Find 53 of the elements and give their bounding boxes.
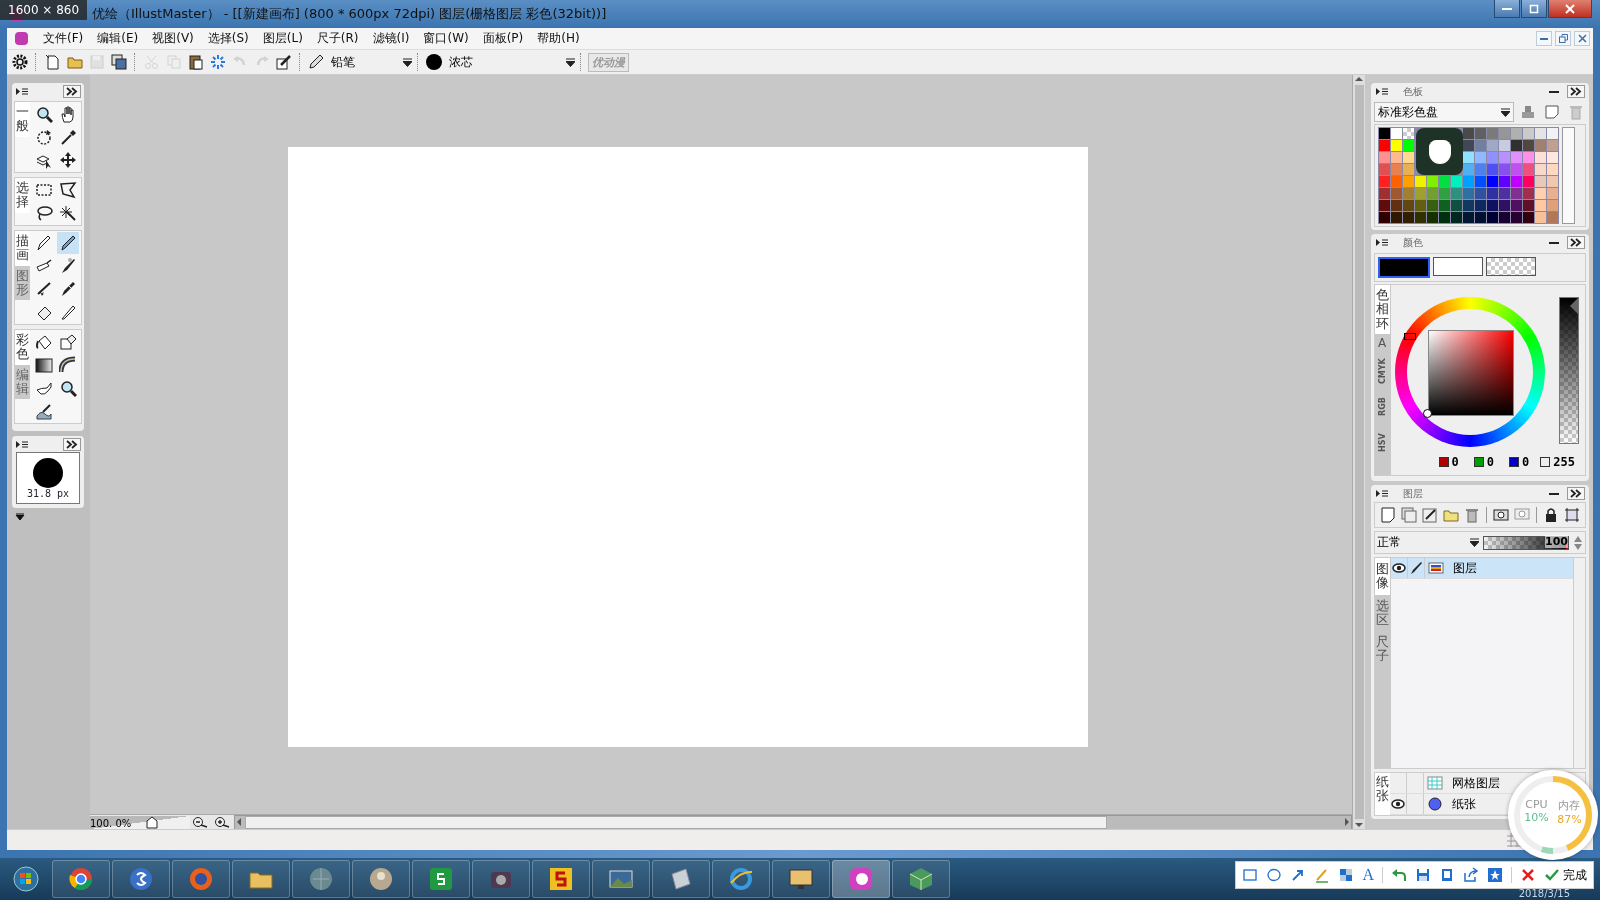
brush-dropdown[interactable]: 浓芯 [425, 52, 575, 72]
menu-item[interactable]: 文件(F) [36, 30, 91, 47]
menu-item[interactable]: 滤镜(I) [365, 30, 417, 47]
brush-size-label: 31.8 px [26, 487, 70, 499]
layer-row[interactable]: 图层 [1391, 558, 1573, 579]
opacity-value: 100 [1545, 534, 1568, 548]
tab[interactable]: 尺子 [1375, 631, 1390, 668]
brush-preview[interactable]: 31.8 px [16, 452, 80, 504]
tab[interactable]: CMYK [1375, 353, 1391, 390]
tab[interactable]: A [1375, 333, 1389, 354]
size-label: 1600 × 860 [0, 0, 88, 20]
palette-dropdown[interactable]: 标准彩色盘 [1374, 102, 1514, 122]
panel-title: 色板 [1403, 84, 1424, 99]
menu-item[interactable]: 面板(P) [475, 30, 531, 47]
panel-title: 颜色 [1403, 235, 1424, 250]
tab[interactable]: 一般 [15, 102, 30, 137]
window-title: 优绘（IllustMaster） - [[新建画布] (800 * 600px 72dpi) 图层(栅格图层 彩色(32bit))] [92, 5, 608, 23]
layer-name: 图层 [1453, 559, 1477, 577]
channel-value: 0 [1522, 455, 1530, 469]
tab[interactable]: 选择 [15, 178, 30, 213]
tab[interactable]: 纸张 [1375, 773, 1390, 815]
tab[interactable]: 色相环 [1375, 285, 1390, 334]
zoom-slider[interactable]: 100. 0% [90, 815, 190, 829]
menu-item[interactable]: 选择(S) [200, 30, 256, 47]
usage-value: 87% [1557, 813, 1582, 826]
tab[interactable]: 描画 [15, 231, 30, 266]
blend-mode-dropdown[interactable]: 正常 [1377, 534, 1479, 551]
text-tool-button[interactable]: A [1362, 866, 1374, 884]
panel-title: 图层 [1403, 486, 1424, 501]
tool-dropdown[interactable]: 铅笔 [307, 52, 412, 72]
channel-value: 0 [1486, 455, 1495, 469]
channel-value: 0 [1451, 455, 1459, 469]
channel-value: 255 [1553, 455, 1575, 469]
opacity-slider[interactable]: 100 [1483, 535, 1569, 550]
tab[interactable]: 彩色 [15, 330, 30, 365]
menu-item[interactable]: 尺子(R) [309, 30, 366, 47]
menu-item[interactable]: 窗口(W) [416, 30, 476, 47]
zoom-level: 100. 0% [90, 817, 132, 829]
tab[interactable]: 选区 [1375, 594, 1390, 632]
tab[interactable]: RGB [1375, 389, 1391, 426]
menu-item[interactable]: 帮助(H) [530, 30, 587, 47]
usage-label: CPU [1525, 798, 1548, 811]
tab[interactable]: 编辑 [15, 364, 30, 400]
layer-name: 网格图层 [1452, 774, 1500, 792]
layer-name: 纸张 [1452, 795, 1476, 813]
tab[interactable]: 图形 [15, 265, 30, 301]
done-button[interactable]: 完成 [1544, 866, 1587, 884]
clock-date: 2018/3/15 [1518, 888, 1570, 899]
menu-item[interactable]: 编辑(E) [90, 30, 146, 47]
menu-item[interactable]: 图层(L) [255, 30, 310, 47]
tab[interactable]: HSV [1375, 425, 1391, 462]
menu-item[interactable]: 视图(V) [145, 30, 201, 47]
tab[interactable]: 图像 [1375, 558, 1390, 595]
